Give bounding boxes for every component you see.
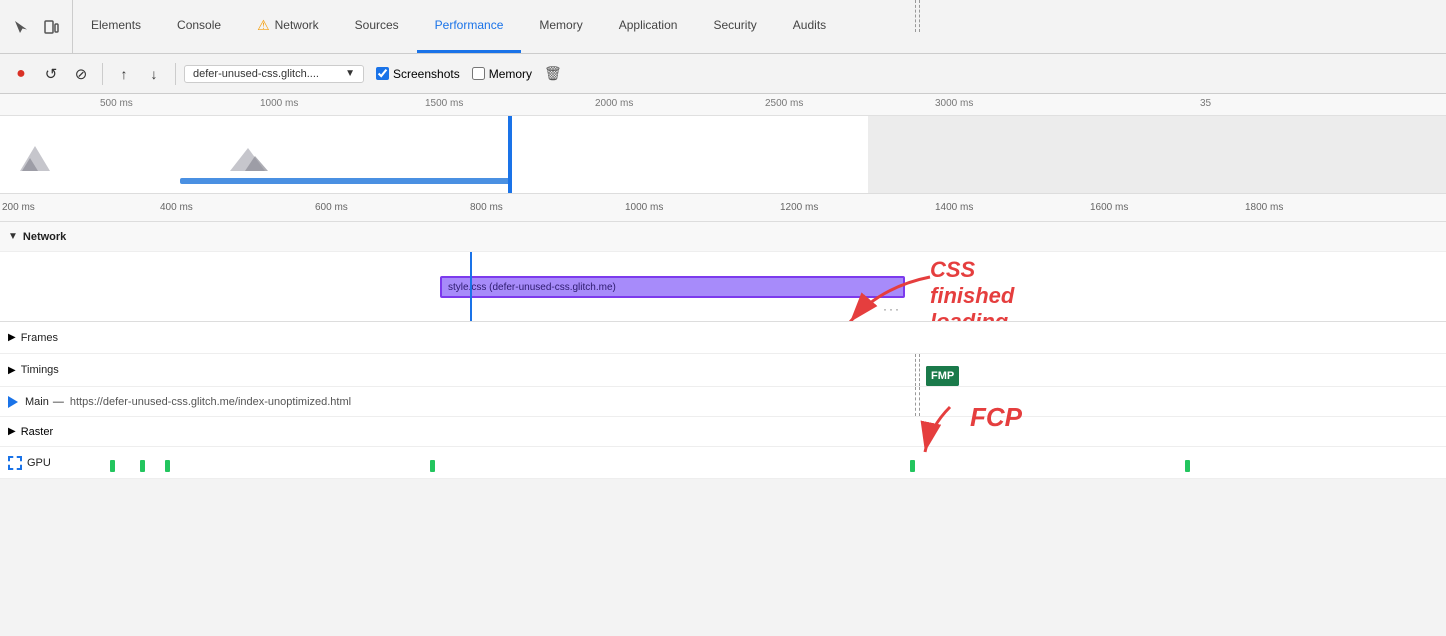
tab-elements[interactable]: Elements — [73, 0, 159, 53]
vdash-1 — [915, 0, 916, 32]
main-vdash1 — [915, 387, 916, 416]
overview-header: 500 ms 1000 ms 1500 ms 2000 ms 2500 ms 3… — [0, 94, 1446, 116]
overview-content[interactable] — [0, 116, 1446, 194]
gpu-bar-5 — [910, 460, 915, 472]
timings-vdash — [915, 354, 916, 386]
timings-label: Timings — [21, 364, 59, 376]
tab-performance[interactable]: Performance — [417, 0, 522, 53]
toolbar: ● ↺ ⊘ ↑ ↓ defer-unused-css.glitch.... ▼ … — [0, 54, 1446, 94]
warning-icon: ⚠ — [257, 17, 270, 34]
tab-bar: Elements Console ⚠ Network Sources Perfo… — [0, 0, 1446, 54]
divider1 — [102, 63, 103, 85]
frames-label: Frames — [21, 332, 58, 344]
main-separator: — — [53, 396, 64, 408]
timings-vdash2 — [919, 354, 920, 386]
memory-label[interactable]: Memory — [472, 67, 532, 81]
ruler-800ms: 800 ms — [470, 202, 503, 213]
tick-1000ms: 1000 ms — [260, 98, 298, 109]
raster-label: Raster — [21, 426, 53, 438]
css-resource-bar[interactable]: style.css (defer-unused-css.glitch.me) — [440, 276, 905, 298]
clear-button[interactable]: ⊘ — [68, 61, 94, 87]
devtools-icons — [0, 0, 73, 53]
gpu-bar-4 — [430, 460, 435, 472]
ruler-1600ms: 1600 ms — [1090, 202, 1128, 213]
tick-500ms: 500 ms — [100, 98, 133, 109]
network-section-label: Network — [23, 231, 66, 243]
tab-security[interactable]: Security — [695, 0, 774, 53]
tick-1500ms: 1500 ms — [425, 98, 463, 109]
url-display: defer-unused-css.glitch.... — [193, 68, 341, 80]
tab-console[interactable]: Console — [159, 0, 239, 53]
timeline-overview[interactable]: 500 ms 1000 ms 1500 ms 2000 ms 2500 ms 3… — [0, 94, 1446, 194]
ruler: 200 ms 400 ms 600 ms 800 ms 1000 ms 1200… — [0, 194, 1446, 222]
gpu-bar-1 — [110, 460, 115, 472]
tick-2000ms: 2000 ms — [595, 98, 633, 109]
tab-audits[interactable]: Audits — [775, 0, 844, 53]
ruler-1200ms: 1200 ms — [780, 202, 818, 213]
css-annotation-text: CSS finished loading — [930, 257, 1014, 322]
timings-arrow-icon: ▶ — [8, 365, 16, 376]
screenshots-label[interactable]: Screenshots — [376, 67, 460, 81]
gpu-bar-2 — [140, 460, 145, 472]
fmp-badge: FMP — [926, 366, 959, 386]
bottom-sections: ▶ Frames ▶ Timings DCL L FCP FMP — [0, 322, 1446, 479]
ruler-400ms: 400 ms — [160, 202, 193, 213]
raster-arrow-icon: ▶ — [8, 426, 16, 437]
main-vdash2 — [919, 387, 920, 416]
tick-3000ms: 3000 ms — [935, 98, 973, 109]
raster-row[interactable]: ▶ Raster — [0, 417, 1446, 447]
vdash-2 — [919, 0, 920, 32]
screenshots-checkbox[interactable] — [376, 67, 389, 80]
main-thread-row[interactable]: Main — https://defer-unused-css.glitch.m… — [0, 387, 1446, 417]
ruler-1000ms: 1000 ms — [625, 202, 663, 213]
timings-section-header[interactable]: ▶ Timings — [0, 354, 1446, 386]
divider2 — [175, 63, 176, 85]
network-section-header[interactable]: ▼ Network — [0, 222, 1446, 252]
ruler-1400ms: 1400 ms — [935, 202, 973, 213]
frames-arrow-icon: ▶ — [8, 332, 16, 343]
ruler-200ms: 200 ms — [2, 202, 35, 213]
css-bar-label: style.css (defer-unused-css.glitch.me) — [448, 282, 616, 293]
tab-application[interactable]: Application — [601, 0, 696, 53]
network-arrow-icon: ▼ — [8, 231, 18, 242]
gpu-bar-3 — [165, 460, 170, 472]
tab-memory[interactable]: Memory — [521, 0, 600, 53]
timings-row: ▶ Timings DCL L FCP FMP — [0, 354, 1446, 387]
ruler-1800ms: 1800 ms — [1245, 202, 1283, 213]
tab-network[interactable]: ⚠ Network — [239, 0, 337, 53]
main-thread-label: Main — [25, 396, 49, 408]
refresh-button[interactable]: ↺ — [38, 61, 64, 87]
ellipsis-dots: ··· — [883, 302, 901, 316]
chevron-down-icon: ▼ — [345, 68, 355, 79]
url-selector[interactable]: defer-unused-css.glitch.... ▼ — [184, 65, 364, 83]
download-button[interactable]: ↓ — [141, 61, 167, 87]
network-content: style.css (defer-unused-css.glitch.me) ·… — [0, 252, 1446, 322]
main-thread-play-icon — [8, 396, 20, 408]
tick-2500ms: 2500 ms — [765, 98, 803, 109]
gpu-label: GPU — [27, 457, 51, 469]
network-vline — [470, 252, 472, 321]
cursor-icon[interactable] — [10, 16, 32, 38]
record-button[interactable]: ● — [8, 61, 34, 87]
screenshots-checkbox-group: Screenshots — [376, 67, 460, 81]
frames-section[interactable]: ▶ Frames — [0, 322, 1446, 354]
overview-timeline-bar — [180, 178, 510, 184]
device-icon[interactable] — [40, 16, 62, 38]
memory-checkbox-group: Memory — [472, 67, 532, 81]
memory-checkbox[interactable] — [472, 67, 485, 80]
tick-35: 35 — [1200, 98, 1211, 109]
upload-button[interactable]: ↑ — [111, 61, 137, 87]
trash-button[interactable]: 🗑 — [544, 65, 562, 82]
ruler-600ms: 600 ms — [315, 202, 348, 213]
gpu-row: GPU — [0, 447, 1446, 479]
gpu-dashed-icon — [8, 456, 22, 470]
gpu-bar-6 — [1185, 460, 1190, 472]
main-thread-url: https://defer-unused-css.glitch.me/index… — [70, 396, 351, 408]
tab-sources[interactable]: Sources — [337, 0, 417, 53]
